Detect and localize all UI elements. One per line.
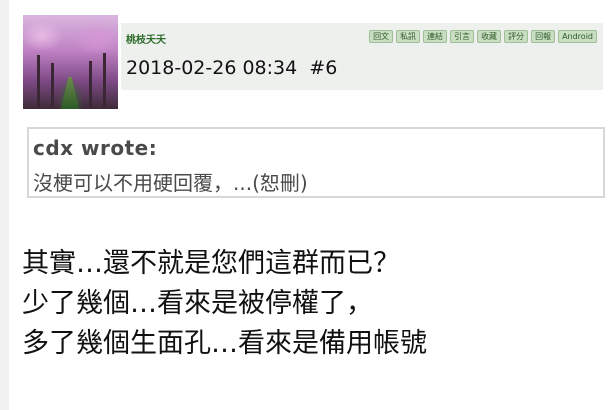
username[interactable]: 桃枝夭夭 <box>126 31 166 46</box>
quote-block: cdx wrote: 沒梗可以不用硬回覆，...(恕刪) <box>27 127 605 198</box>
report-button[interactable]: 回報 <box>531 30 556 43</box>
tree-trunk <box>89 61 92 107</box>
reply-button[interactable]: 回文 <box>369 30 394 43</box>
quote-text: 沒梗可以不用硬回覆，...(恕刪) <box>33 171 308 195</box>
post-meta: 2018-02-26 08:34 #6 <box>126 57 338 79</box>
post-body-line: 少了幾個…看來是被停權了， <box>22 288 373 319</box>
tree-trunk <box>37 55 40 107</box>
post-body: 其實…還不就是您們這群而已？ 少了幾個…看來是被停權了， 多了幾個生面孔…看來是… <box>22 244 427 364</box>
quote-button[interactable]: 引言 <box>450 30 475 43</box>
post-header: 桃枝夭夭 2018-02-26 08:34 #6 回文 私訊 連結 引言 收藏 … <box>121 23 603 90</box>
android-button[interactable]: Android <box>558 30 597 43</box>
avatar[interactable] <box>23 15 118 109</box>
favorite-button[interactable]: 收藏 <box>477 30 502 43</box>
grass-path <box>61 77 79 109</box>
tree-trunk <box>51 63 54 107</box>
left-rule <box>0 0 9 410</box>
message-button[interactable]: 私訊 <box>396 30 421 43</box>
tree-trunk <box>103 53 106 107</box>
rate-button[interactable]: 評分 <box>504 30 529 43</box>
quote-author: cdx wrote: <box>33 136 158 160</box>
post-body-line: 其實…還不就是您們這群而已？ <box>22 248 400 279</box>
post-actions: 回文 私訊 連結 引言 收藏 評分 回報 Android <box>369 30 597 43</box>
post-body-line: 多了幾個生面孔…看來是備用帳號 <box>22 328 427 359</box>
link-button[interactable]: 連結 <box>423 30 448 43</box>
